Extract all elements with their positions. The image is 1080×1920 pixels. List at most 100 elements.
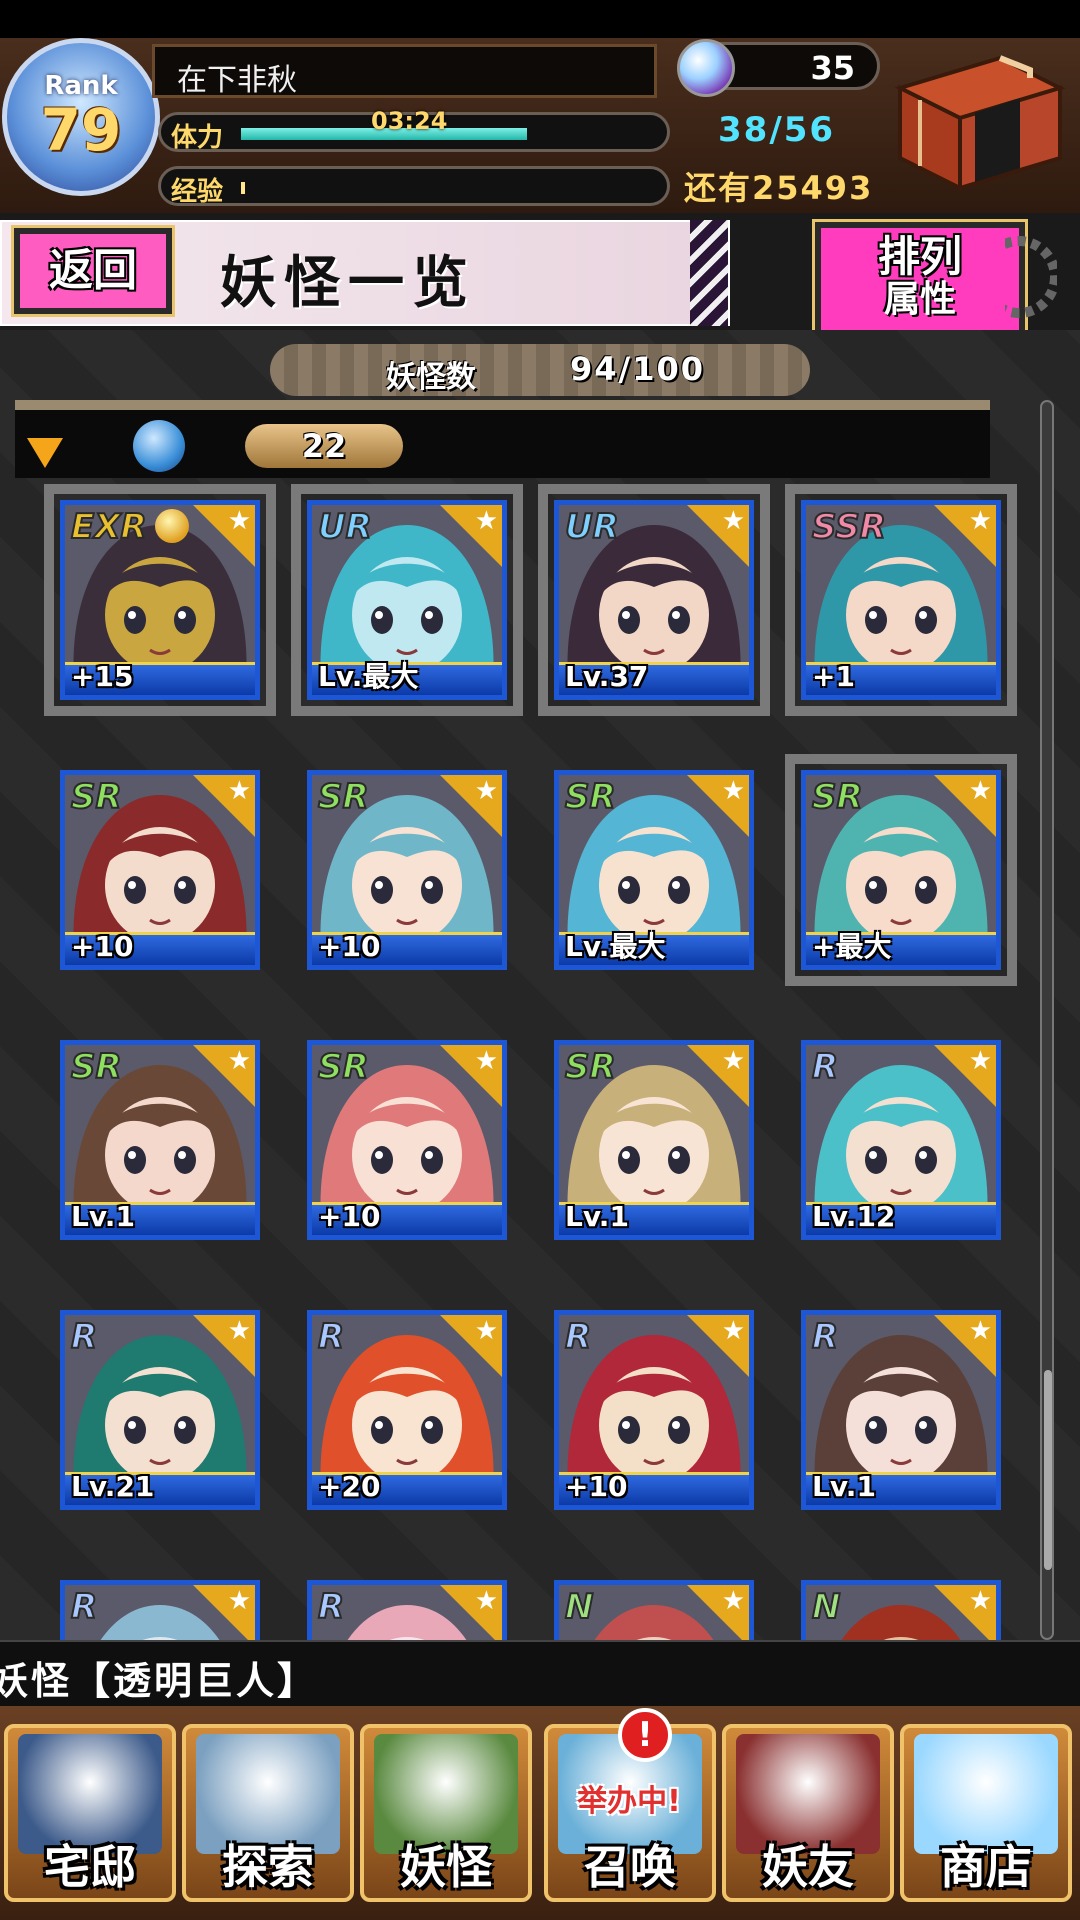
exp-label: 经验 [171, 177, 224, 207]
rarity-badge: SR [70, 1046, 123, 1088]
rarity-badge: UR [564, 506, 620, 548]
level-label: Lv.21 [71, 1470, 155, 1503]
nav-label: 探索 [222, 1840, 314, 1894]
yokai-card[interactable]: ★ SR +10 [307, 1040, 507, 1240]
star-icon: ★ [474, 1586, 498, 1616]
sort-label: 排列 [877, 232, 962, 281]
yokai-card[interactable]: ★ SR Lv.1 [60, 1040, 260, 1240]
star-icon: ★ [968, 506, 992, 536]
stamina-label: 体力 [171, 123, 224, 153]
yokai-count-value: 94/100 [570, 350, 706, 388]
level-label: +最大 [812, 930, 892, 963]
sort-attribute-label: 属性 [883, 279, 956, 320]
yokai-card[interactable]: ★ SR +最大 [785, 754, 1017, 986]
nav-button-summon-star[interactable]: 召唤! 举办中! [544, 1708, 716, 1902]
star-icon: ★ [227, 1316, 251, 1346]
nav-button-magnifier-map[interactable]: 探索 [182, 1724, 354, 1902]
yokai-card[interactable]: ★ R Lv.12 [801, 1040, 1001, 1240]
exp-fill [241, 182, 245, 194]
crystal-orb-icon [914, 1734, 1058, 1854]
star-icon: ★ [227, 506, 251, 536]
gem-counter[interactable]: 35 [677, 39, 880, 97]
storage-chest-icon[interactable] [880, 48, 1070, 198]
nav-button-scroll[interactable]: 妖怪 [360, 1724, 532, 1902]
yokai-card[interactable]: ★ SR Lv.最大 [554, 770, 754, 970]
rarity-badge: SR [317, 1046, 370, 1088]
nav-button-crystal-orb[interactable]: 商店 [900, 1724, 1072, 1902]
star-icon: ★ [968, 1316, 992, 1346]
yokai-card[interactable]: ★ N [554, 1580, 754, 1640]
system-status-bar [0, 0, 1080, 38]
nav-button-mansion[interactable]: 宅邸 [4, 1724, 176, 1902]
nav-label: 召唤 [584, 1840, 676, 1894]
yokai-card[interactable]: ★ SR Lv.1 [554, 1040, 754, 1240]
star-icon: ★ [721, 776, 745, 806]
star-icon: ★ [474, 1316, 498, 1346]
filter-bar: 22 [15, 400, 990, 478]
rarity-badge: N [811, 1586, 842, 1628]
yokai-card[interactable]: ★ SR +10 [307, 770, 507, 970]
yokai-card[interactable]: ★ R Lv.1 [801, 1310, 1001, 1510]
yokai-card[interactable]: ★ R +20 [307, 1310, 507, 1510]
rarity-badge: R [811, 1316, 839, 1358]
exp-bar: 经验 [158, 166, 670, 207]
yokai-card[interactable]: ★ SSR +1 [785, 484, 1017, 716]
level-label: +10 [71, 930, 134, 963]
scrollbar-thumb[interactable] [1044, 1370, 1052, 1570]
level-label: Lv.37 [565, 660, 649, 693]
yokai-card[interactable]: ★ UR Lv.37 [538, 484, 770, 716]
water-element-icon[interactable] [133, 420, 185, 472]
bottom-nav: 宅邸 探索 妖怪 召唤! 举办中! 妖友 商店 [0, 1706, 1080, 1920]
title-stripe-decoration [690, 220, 728, 326]
star-icon: ★ [968, 1046, 992, 1076]
level-label: Lv.1 [812, 1470, 876, 1503]
yokai-card[interactable]: ★ R [60, 1580, 260, 1640]
stamina-bar: 体力 03:24 [158, 107, 670, 153]
level-label: Lv.最大 [318, 660, 419, 693]
filter-count-pill: 22 [245, 424, 403, 468]
star-icon: ★ [968, 1586, 992, 1616]
dropdown-arrow-icon[interactable] [27, 438, 63, 468]
gear-icon [1005, 236, 1057, 318]
yokai-card[interactable]: ★ N [801, 1580, 1001, 1640]
star-icon: ★ [474, 1046, 498, 1076]
nav-label: 宅邸 [44, 1840, 136, 1894]
star-icon: ★ [227, 776, 251, 806]
fox-girl-icon [736, 1734, 880, 1854]
exp-remaining: 还有25493 [684, 169, 874, 207]
star-icon: ★ [474, 506, 498, 536]
sort-button[interactable]: 排列 属性 [812, 219, 1028, 343]
star-icon: ★ [474, 776, 498, 806]
yokai-card[interactable]: ★ R Lv.21 [60, 1310, 260, 1510]
gem-count: 35 [810, 49, 855, 87]
rarity-badge: R [811, 1046, 839, 1088]
level-label: +15 [71, 660, 134, 693]
level-label: Lv.1 [565, 1200, 629, 1233]
mansion-icon [18, 1734, 162, 1854]
spirit-orb-icon [677, 39, 735, 97]
yokai-card[interactable]: ★ SR +10 [60, 770, 260, 970]
yokai-card[interactable]: ★ UR Lv.最大 [291, 484, 523, 716]
rarity-badge: R [317, 1316, 345, 1358]
star-icon: ★ [721, 1316, 745, 1346]
level-label: Lv.最大 [565, 930, 666, 963]
star-icon: ★ [227, 1046, 251, 1076]
yokai-card[interactable]: ★ R +10 [554, 1310, 754, 1510]
back-button[interactable]: 返回 [11, 225, 175, 317]
nav-label: 商店 [940, 1840, 1032, 1894]
level-label: +10 [565, 1470, 628, 1503]
level-label: Lv.12 [812, 1200, 896, 1233]
rank-badge[interactable]: Rank 79 [2, 38, 160, 196]
yokai-card[interactable]: ★ R [307, 1580, 507, 1640]
rarity-badge: SSR [811, 506, 887, 548]
yokai-card[interactable]: ★ EXR +15 [44, 484, 276, 716]
rarity-badge: R [317, 1586, 345, 1628]
scroll-icon [374, 1734, 518, 1854]
star-icon: ★ [721, 1586, 745, 1616]
rarity-badge: SR [811, 776, 864, 818]
back-label: 返回 [49, 245, 137, 296]
nav-label: 妖友 [762, 1840, 854, 1894]
star-icon: ★ [227, 1586, 251, 1616]
nav-button-fox-girl[interactable]: 妖友 [722, 1724, 894, 1902]
ticker-text: 妖怪【透明巨人】 [0, 1659, 319, 1703]
